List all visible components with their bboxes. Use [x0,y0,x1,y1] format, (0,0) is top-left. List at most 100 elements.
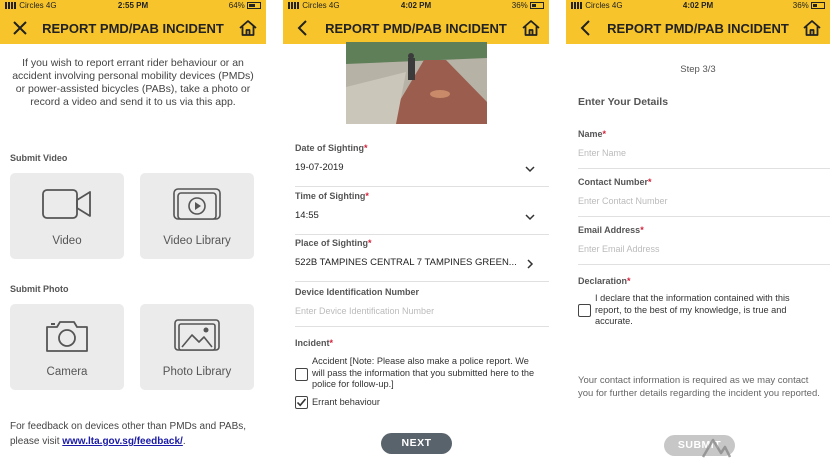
status-time: 4:02 PM [682,1,714,10]
photo-library-icon [174,319,220,351]
page-title: REPORT PMD/PAB INCIDENT [325,21,507,36]
submit-video-label: Submit Video [10,153,68,163]
declaration-label: Declaration* [578,276,631,286]
declaration-text: I declare that the information contained… [595,293,790,326]
time-label: Time of Sighting* [295,191,549,201]
battery-fill [813,4,817,8]
video-label: Video [52,235,82,247]
section-heading: Enter Your Details [578,96,669,108]
photo-library-label: Photo Library [162,366,232,378]
status-bar: Circles 4G 2:55 PM 64% [0,0,266,12]
name-label-text: Name [578,129,603,139]
video-button[interactable]: Video [10,173,124,259]
date-label: Date of Sighting* [295,143,549,153]
battery-fill [532,4,536,8]
header: REPORT PMD/PAB INCIDENT [283,12,549,44]
email-label-text: Email Address [578,225,641,235]
screen-incident-details: Circles 4G 4:02 PM 36% REPORT PMD/PAB IN… [283,0,549,468]
home-icon[interactable] [521,18,541,38]
camera-label: Camera [46,366,88,378]
chevron-right-icon [527,259,534,269]
declaration-label-text: Declaration [578,276,628,286]
battery-icon [247,2,261,10]
screen-report-media: Circles 4G 2:55 PM 64% REPORT PMD/PAB IN… [0,0,266,468]
required-mark: * [648,177,652,187]
accident-option-label: Accident [Note: Please also make a polic… [312,356,535,389]
status-right: 36% [793,1,825,10]
date-of-sighting-field[interactable]: Date of Sighting* 19-07-2019 [295,143,549,187]
chevron-down-icon [525,214,535,221]
accident-checkbox[interactable] [295,368,308,381]
required-mark: * [368,238,372,248]
status-right: 64% [229,1,261,10]
page-title: REPORT PMD/PAB INCIDENT [42,21,224,36]
camera-button[interactable]: Camera [10,304,124,390]
name-field[interactable]: Name* Enter Name [578,129,830,169]
chevron-down-icon [525,166,535,173]
device-id-field[interactable]: Device Identification Number Enter Devic… [295,287,549,327]
required-mark: * [627,276,631,286]
contact-number-field[interactable]: Contact Number* Enter Contact Number [578,177,830,217]
app-screenshots: Circles 4G 2:55 PM 64% REPORT PMD/PAB IN… [0,0,830,468]
checkmark-icon [296,398,307,407]
time-value: 14:55 [295,210,319,221]
incident-photo [346,42,487,124]
time-label-text: Time of Sighting [295,191,366,201]
photo-library-button[interactable]: Photo Library [140,304,254,390]
errant-behaviour-label: Errant behaviour [312,397,380,407]
place-label: Place of Sighting* [295,238,549,248]
battery-icon [530,2,544,10]
battery-icon [811,2,825,10]
contact-info-note: Your contact information is required as … [578,375,820,399]
contact-number-input[interactable]: Enter Contact Number [578,196,830,206]
header: REPORT PMD/PAB INCIDENT [0,12,266,44]
submit-photo-label: Submit Photo [10,284,69,294]
contact-label-text: Contact Number [578,177,649,187]
email-input[interactable]: Enter Email Address [578,244,830,254]
incident-label-text: Incident [295,338,330,348]
contact-label: Contact Number* [578,177,830,187]
date-value: 19-07-2019 [295,162,344,173]
place-label-text: Place of Sighting [295,238,369,248]
header: REPORT PMD/PAB INCIDENT [566,12,830,44]
camera-icon [46,321,88,352]
feedback-link[interactable]: www.lta.gov.sg/feedback/ [62,436,183,447]
step-indicator: Step 3/3 [680,64,716,75]
battery-percent: 36% [792,1,809,10]
page-title: REPORT PMD/PAB INCIDENT [607,21,789,36]
battery-percent: 36% [511,1,528,10]
required-mark: * [329,338,334,348]
home-icon[interactable] [802,18,822,38]
device-label: Device Identification Number [295,287,420,297]
time-of-sighting-field[interactable]: Time of Sighting* 14:55 [295,191,549,235]
battery-percent: 64% [228,1,245,10]
status-time: 2:55 PM [117,1,149,10]
required-mark: * [640,225,644,235]
feedback-end: . [182,436,186,447]
date-label-text: Date of Sighting [295,143,364,153]
status-time: 4:02 PM [400,1,432,10]
device-id-input[interactable]: Enter Device Identification Number [295,306,549,316]
place-of-sighting-field[interactable]: Place of Sighting* 522B TAMPINES CENTRAL… [295,238,549,282]
video-library-icon [173,188,221,220]
declaration-checkbox[interactable] [578,304,591,317]
next-button[interactable]: NEXT [381,433,452,454]
video-library-button[interactable]: Video Library [140,173,254,259]
errant-behaviour-checkbox[interactable] [295,396,308,409]
place-value: 522B TAMPINES CENTRAL 7 TAMPINES GREEN..… [295,257,517,268]
required-mark: * [364,143,368,153]
required-mark: * [602,129,607,139]
battery-fill [249,4,256,8]
email-label: Email Address* [578,225,830,235]
video-library-label: Video Library [163,235,231,247]
video-camera-icon [42,189,91,219]
email-field[interactable]: Email Address* Enter Email Address [578,225,830,265]
feedback-note: For feedback on devices other than PMDs … [10,419,258,449]
name-input[interactable]: Enter Name [578,148,830,158]
screen-your-details: Circles 4G 4:02 PM 36% REPORT PMD/PAB IN… [566,0,830,468]
name-label: Name* [578,129,830,139]
watermark-logo-icon [701,438,732,458]
status-bar: Circles 4G 4:02 PM 36% [566,0,830,12]
home-icon[interactable] [238,18,258,38]
status-right: 36% [512,1,544,10]
